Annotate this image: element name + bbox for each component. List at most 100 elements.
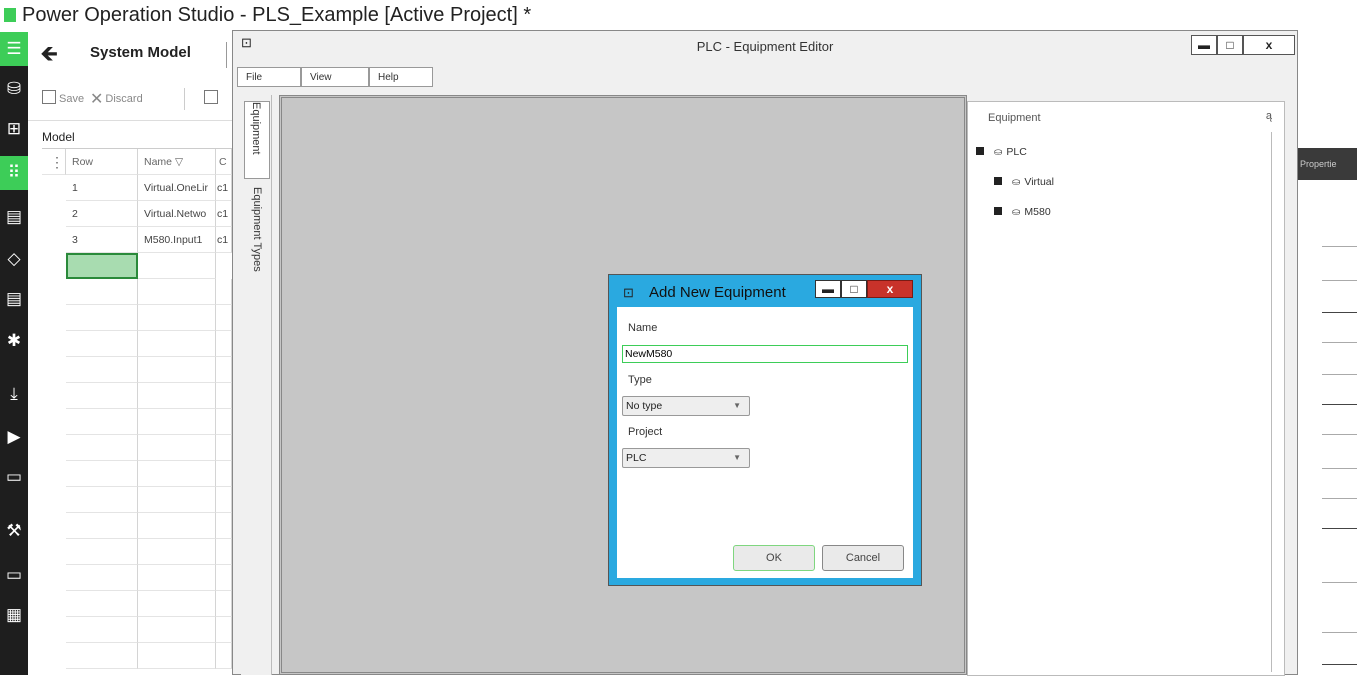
- scrollbar[interactable]: [1271, 132, 1280, 672]
- empty-cell[interactable]: [138, 539, 216, 565]
- empty-cell[interactable]: [138, 435, 216, 461]
- monitor-icon[interactable]: ▭: [0, 460, 28, 494]
- table-cell-row[interactable]: 1: [66, 175, 138, 201]
- empty-cell[interactable]: [138, 513, 216, 539]
- tree-node-m580[interactable]: ⛀ M580: [994, 204, 1051, 220]
- collapse-icon[interactable]: [976, 147, 984, 155]
- tab-equipment[interactable]: Equipment: [244, 101, 270, 179]
- empty-cell[interactable]: [66, 617, 138, 643]
- col-name-header[interactable]: Name ▽: [138, 149, 216, 175]
- expand-icon[interactable]: [994, 207, 1002, 215]
- empty-cell[interactable]: [216, 409, 232, 435]
- dialog-minimize-button[interactable]: ▬: [815, 280, 841, 298]
- empty-cell[interactable]: [216, 305, 232, 331]
- menu-file[interactable]: File: [237, 67, 301, 87]
- gear-icon[interactable]: ✱: [0, 324, 28, 358]
- empty-cell[interactable]: [216, 383, 232, 409]
- new-row-cell[interactable]: [66, 253, 138, 279]
- table-cell-row[interactable]: 3: [66, 227, 138, 253]
- empty-cell[interactable]: [216, 435, 232, 461]
- empty-cell[interactable]: [66, 643, 138, 669]
- empty-cell[interactable]: [216, 461, 232, 487]
- empty-cell[interactable]: [66, 409, 138, 435]
- table-cell-name[interactable]: Virtual.Netwo: [138, 201, 216, 227]
- database-icon[interactable]: ⛁: [0, 72, 28, 106]
- col-c-header[interactable]: C: [216, 149, 232, 175]
- grid-menu-icon[interactable]: ⋮: [42, 149, 66, 175]
- empty-cell[interactable]: [66, 279, 138, 305]
- empty-cell[interactable]: [66, 383, 138, 409]
- empty-cell[interactable]: [138, 591, 216, 617]
- menu-icon[interactable]: ☰: [0, 32, 28, 66]
- pin-icon[interactable]: ą: [1266, 110, 1272, 122]
- display-icon[interactable]: ▭: [0, 558, 28, 592]
- empty-cell[interactable]: [216, 513, 232, 539]
- empty-cell[interactable]: [138, 461, 216, 487]
- ok-button[interactable]: OK: [733, 545, 815, 571]
- empty-cell[interactable]: [66, 565, 138, 591]
- tab-equipment-types[interactable]: Equipment Types: [244, 187, 270, 317]
- table-cell-name[interactable]: Virtual.OneLir: [138, 175, 216, 201]
- table-cell-c[interactable]: c1: [216, 201, 232, 227]
- empty-cell[interactable]: [216, 539, 232, 565]
- document-icon[interactable]: ▤: [0, 200, 28, 234]
- empty-cell[interactable]: [138, 409, 216, 435]
- empty-cell[interactable]: [216, 565, 232, 591]
- shield-icon[interactable]: ◇: [0, 242, 28, 276]
- empty-cell[interactable]: [138, 357, 216, 383]
- col-row-header[interactable]: Row: [66, 149, 138, 175]
- type-select[interactable]: No type ▼: [622, 396, 750, 416]
- empty-cell[interactable]: [138, 383, 216, 409]
- dialog-close-button[interactable]: x: [867, 280, 913, 298]
- empty-cell[interactable]: [216, 643, 232, 669]
- table-cell-name[interactable]: M580.Input1: [138, 227, 216, 253]
- report-icon[interactable]: ▦: [0, 598, 28, 632]
- empty-cell[interactable]: [216, 357, 232, 383]
- download-icon[interactable]: ⤓: [0, 377, 28, 411]
- empty-cell[interactable]: [66, 357, 138, 383]
- empty-cell[interactable]: [66, 513, 138, 539]
- empty-cell[interactable]: [66, 539, 138, 565]
- name-field[interactable]: [622, 345, 908, 363]
- empty-cell[interactable]: [216, 487, 232, 513]
- empty-cell[interactable]: [138, 487, 216, 513]
- empty-cell[interactable]: [66, 435, 138, 461]
- discard-button[interactable]: ✕ Discard: [90, 90, 143, 108]
- empty-cell[interactable]: [138, 331, 216, 357]
- empty-cell[interactable]: [138, 617, 216, 643]
- cancel-button[interactable]: Cancel: [822, 545, 904, 571]
- empty-cell[interactable]: [138, 279, 216, 305]
- play-icon[interactable]: ▶: [0, 420, 28, 454]
- empty-cell[interactable]: [138, 305, 216, 331]
- back-arrow-icon[interactable]: 🡸: [36, 42, 62, 66]
- empty-cell[interactable]: [138, 253, 216, 279]
- menu-view[interactable]: View: [301, 67, 369, 87]
- minimize-button[interactable]: ▬: [1191, 35, 1217, 55]
- copy-button[interactable]: [204, 90, 221, 108]
- tree-node-virtual[interactable]: ⛀ Virtual: [994, 174, 1054, 190]
- empty-cell[interactable]: [216, 617, 232, 643]
- empty-cell[interactable]: [66, 331, 138, 357]
- dialog-maximize-button[interactable]: □: [841, 280, 867, 298]
- tools-icon[interactable]: ⚒: [0, 514, 28, 548]
- empty-cell[interactable]: [216, 331, 232, 357]
- empty-cell[interactable]: [66, 591, 138, 617]
- empty-cell[interactable]: [138, 643, 216, 669]
- tree-node-plc[interactable]: ⛀ PLC: [976, 144, 1027, 160]
- empty-cell[interactable]: [216, 591, 232, 617]
- menu-help[interactable]: Help: [369, 67, 433, 87]
- empty-cell[interactable]: [138, 565, 216, 591]
- empty-cell[interactable]: [66, 305, 138, 331]
- maximize-button[interactable]: □: [1217, 35, 1243, 55]
- empty-cell[interactable]: [216, 279, 232, 305]
- filter-icon[interactable]: ▽: [175, 156, 183, 168]
- close-button[interactable]: x: [1243, 35, 1295, 55]
- table-cell-row[interactable]: 2: [66, 201, 138, 227]
- expand-icon[interactable]: [994, 177, 1002, 185]
- table-cell-c[interactable]: c1: [216, 227, 232, 253]
- project-select[interactable]: PLC ▼: [622, 448, 750, 468]
- save-button[interactable]: Save: [42, 90, 84, 108]
- empty-cell[interactable]: [66, 461, 138, 487]
- hierarchy-icon[interactable]: ⊞: [0, 112, 28, 146]
- table-cell-c[interactable]: c1: [216, 175, 232, 201]
